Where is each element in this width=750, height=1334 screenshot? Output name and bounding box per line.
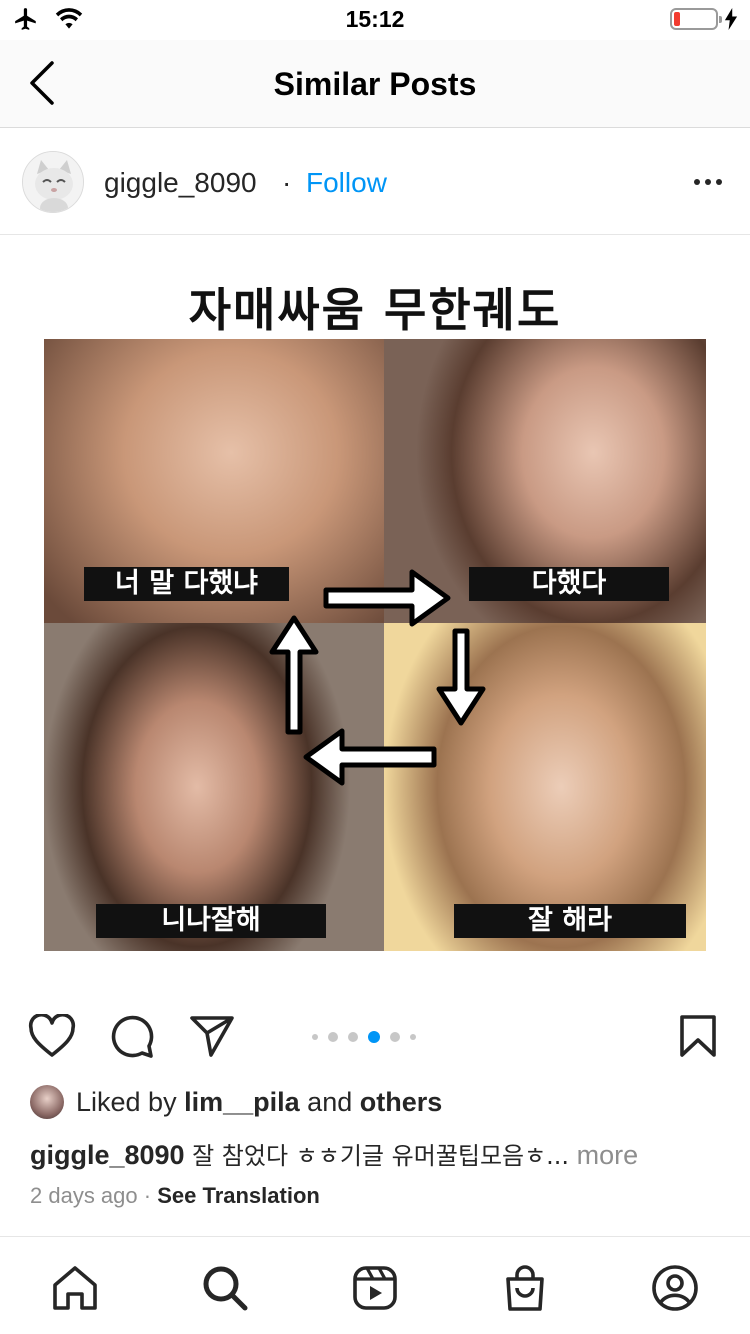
arrow-up-icon	[269, 615, 319, 735]
post-username[interactable]: giggle_8090	[104, 167, 257, 199]
follow-button[interactable]: Follow	[306, 167, 387, 199]
cat-avatar-image	[23, 152, 83, 212]
battery-icon	[670, 8, 722, 30]
cycle-arrows	[269, 569, 486, 786]
carousel-pager	[312, 1031, 416, 1043]
post-image[interactable]: 자매싸움 무한궤도 너 말 다했냐 다했다 니나잘해 잘 해라	[0, 236, 750, 988]
post-meta: 2 days ago · See Translation	[30, 1183, 320, 1209]
charging-icon	[724, 8, 738, 30]
caption-text: 잘 참었다 ㅎㅎ기글 유머꿀팁모음ㅎ...	[192, 1142, 570, 1170]
image-title-text: 자매싸움 무한궤도	[188, 283, 562, 337]
more-icon-dot	[694, 179, 700, 185]
tab-shop[interactable]	[498, 1261, 552, 1315]
pager-dot	[348, 1032, 358, 1042]
like-button[interactable]	[26, 1010, 78, 1062]
comment-icon	[111, 1015, 154, 1058]
tab-search[interactable]	[198, 1261, 252, 1315]
separator-dot: ·	[282, 167, 292, 198]
pager-dot-active	[368, 1031, 380, 1043]
post-header: giggle_8090 · Follow	[0, 129, 750, 235]
arrow-left-icon	[303, 728, 437, 786]
share-button[interactable]	[186, 1010, 238, 1062]
post-timestamp: 2 days ago	[30, 1183, 138, 1208]
likes-others-link[interactable]: others	[360, 1087, 443, 1117]
bookmark-button[interactable]	[672, 1010, 724, 1062]
status-bar: 15:12	[0, 0, 750, 40]
battery-cap	[719, 16, 722, 23]
share-icon	[190, 1016, 234, 1057]
meta-separator: ·	[143, 1183, 152, 1208]
pager-dot	[312, 1034, 318, 1040]
tab-home[interactable]	[48, 1261, 102, 1315]
post-caption: giggle_8090 잘 참었다 ㅎㅎ기글 유머꿀팁모음ㅎ... more	[30, 1136, 730, 1171]
heart-icon	[28, 1014, 76, 1057]
action-bar	[0, 1000, 750, 1070]
reels-icon	[353, 1266, 397, 1310]
likes-text: Liked by lim__pila and others	[76, 1087, 442, 1118]
tab-profile[interactable]	[648, 1261, 702, 1315]
nav-header: Similar Posts	[0, 40, 750, 128]
pager-dot	[328, 1032, 338, 1042]
caption-username[interactable]: giggle_8090	[30, 1140, 185, 1170]
more-options-button[interactable]	[688, 167, 728, 197]
liker-avatar[interactable]	[30, 1085, 64, 1119]
bottom-tab-bar	[0, 1236, 750, 1334]
more-icon-dot	[705, 179, 711, 185]
battery-level	[674, 12, 680, 26]
bookmark-icon	[680, 1015, 716, 1057]
home-icon	[53, 1266, 97, 1310]
likes-row: Liked by lim__pila and others	[30, 1084, 442, 1120]
liker-username[interactable]: lim__pila	[184, 1087, 300, 1117]
caption-more-link[interactable]: more	[577, 1140, 639, 1170]
tab-reels[interactable]	[348, 1261, 402, 1315]
likes-joiner: and	[307, 1086, 353, 1117]
pager-dot	[410, 1034, 416, 1040]
status-right	[670, 8, 738, 30]
profile-icon	[652, 1265, 698, 1311]
more-icon-dot	[716, 179, 722, 185]
meme-grid: 너 말 다했냐 다했다 니나잘해 잘 해라	[44, 339, 706, 951]
avatar[interactable]	[22, 151, 84, 213]
page-title: Similar Posts	[273, 66, 477, 102]
shop-icon	[506, 1265, 544, 1311]
arrow-down-icon	[436, 628, 486, 726]
likes-prefix: Liked by	[76, 1086, 177, 1117]
arrow-right-icon	[323, 569, 451, 627]
pager-dot	[390, 1032, 400, 1042]
search-icon	[203, 1266, 248, 1311]
comment-button[interactable]	[106, 1010, 158, 1062]
see-translation-link[interactable]: See Translation	[157, 1183, 320, 1208]
status-time: 15:12	[345, 6, 405, 32]
